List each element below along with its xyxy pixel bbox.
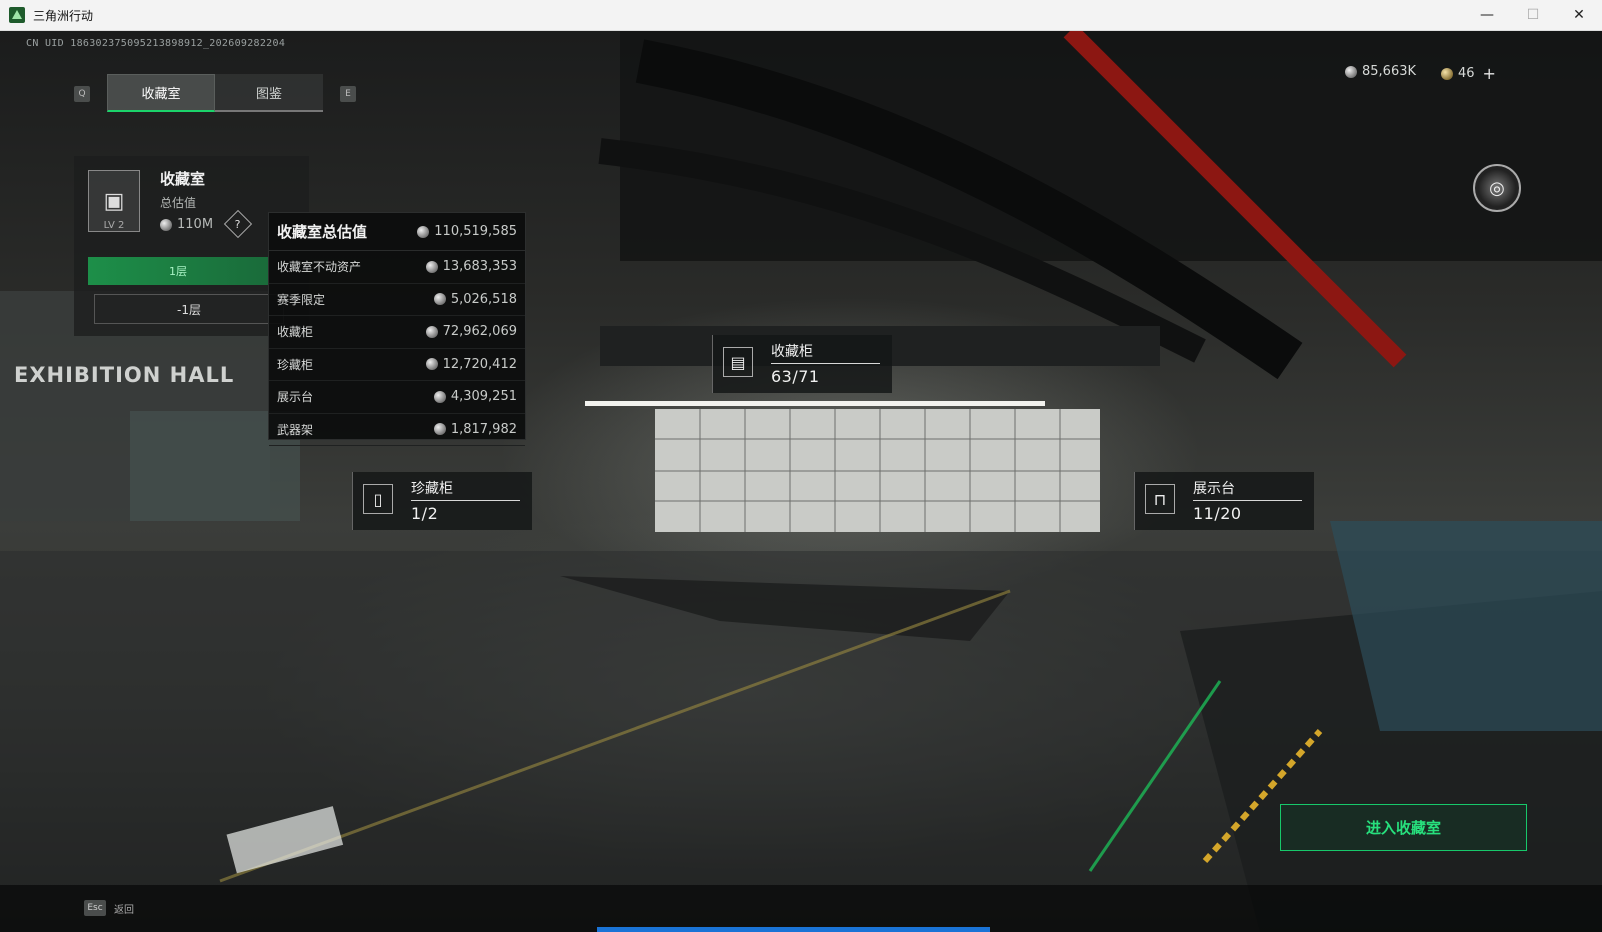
coin-icon — [433, 293, 446, 306]
esc-key[interactable]: Esc — [84, 900, 106, 916]
marker-divider — [411, 500, 520, 501]
window-title: 三角洲行动 — [33, 8, 94, 23]
close-button[interactable]: ✕ — [1556, 0, 1602, 30]
help-icon-glyph: ? — [235, 217, 241, 231]
rare-cabinet-marker[interactable]: ▯ 珍藏柜 1/2 — [352, 472, 532, 530]
token-balance: 46 + — [1441, 64, 1496, 83]
value-row: 武器架 1,817,982 — [269, 414, 525, 446]
display-stand-marker[interactable]: ⊓ 展示台 11/20 — [1134, 472, 1314, 530]
room-title: 收藏室 — [160, 170, 206, 188]
value-row-amount-text: 5,026,518 — [450, 291, 517, 307]
help-icon[interactable]: ? — [223, 209, 253, 239]
cabinet-marker[interactable]: ▤ 收藏柜 63/71 — [712, 335, 892, 393]
floor-bar[interactable]: 1层 — [88, 257, 268, 285]
add-currency-button[interactable]: + — [1483, 64, 1496, 83]
cabinet-marker-count: 63/71 — [771, 367, 820, 386]
rare-cabinet-marker-name: 珍藏柜 — [411, 481, 453, 497]
value-row-amount-text: 12,720,412 — [442, 356, 517, 372]
value-row-amount: 5,026,518 — [433, 291, 517, 307]
maximize-button[interactable]: ☐ — [1510, 0, 1556, 30]
minimize-button[interactable]: — — [1464, 0, 1510, 30]
value-panel-total: 110,519,585 — [417, 224, 517, 239]
loading-progress-bar — [597, 927, 990, 932]
room-total-value: 110M — [160, 217, 213, 232]
tab-collection-room[interactable]: 收藏室 — [107, 74, 215, 112]
coin-icon — [417, 225, 430, 238]
token-amount: 46 — [1458, 66, 1475, 81]
rare-cabinet-marker-count: 1/2 — [411, 504, 439, 523]
value-row-amount-text: 1,817,982 — [450, 421, 517, 437]
value-row: 赛季限定 5,026,518 — [269, 284, 525, 316]
back-label[interactable]: 返回 — [114, 901, 134, 916]
next-tab-key[interactable]: E — [340, 86, 356, 102]
room-subtitle: 总估值 — [160, 196, 197, 210]
coin-icon — [425, 325, 438, 338]
value-row: 收藏柜 72,962,069 — [269, 316, 525, 349]
value-row-label: 武器架 — [277, 422, 314, 437]
value-row-amount: 4,309,251 — [433, 389, 517, 405]
value-row-label: 珍藏柜 — [277, 357, 314, 372]
value-row-amount-text: 13,683,353 — [442, 259, 517, 275]
cabinet-icon: ▤ — [723, 347, 753, 377]
value-row-amount: 13,683,353 — [425, 259, 517, 275]
display-stand-icon: ⊓ — [1145, 484, 1175, 514]
value-row-amount: 1,817,982 — [433, 421, 517, 437]
display-stand-marker-count: 11/20 — [1193, 504, 1242, 523]
value-row-amount-text: 72,962,069 — [442, 324, 517, 340]
cabinet-marker-name: 收藏柜 — [771, 344, 813, 360]
value-breakdown-panel: 收藏室总估值 110,519,585 收藏室不动资产 13,683,353 赛季限… — [268, 212, 526, 446]
value-panel-header: 收藏室总估值 110,519,585 — [269, 213, 525, 251]
window-controls: — ☐ ✕ — [1464, 0, 1602, 30]
room-level: LV 2 — [103, 220, 125, 231]
enter-collection-room-button[interactable]: 进入收藏室 — [1280, 804, 1527, 851]
main-tabs: 收藏室 图鉴 — [107, 74, 323, 112]
value-row-amount: 72,962,069 — [425, 324, 517, 340]
value-row-label: 赛季限定 — [277, 292, 326, 307]
player-uid: CN UID 1863023750952138989‌12_2026092822… — [26, 38, 286, 49]
display-stand-marker-name: 展示台 — [1193, 481, 1235, 497]
coin-icon — [433, 390, 446, 403]
floor-selector[interactable]: -1层 — [94, 294, 284, 324]
game-scene: CN UID 1863023750952138989‌12_2026092822… — [0, 31, 1602, 932]
value-row-label: 收藏室不动资产 — [277, 260, 362, 275]
light-strip — [585, 401, 1045, 406]
value-panel-total-text: 110,519,585 — [434, 224, 517, 239]
coin-balance: 85,663K — [1345, 64, 1416, 79]
room-value-text: 110M — [177, 217, 214, 232]
compass-icon[interactable]: ◎ — [1473, 164, 1521, 212]
game-window: 三角洲行动 — ☐ ✕ — [0, 0, 1602, 932]
coin-icon — [1345, 65, 1357, 78]
value-row-amount: 12,720,412 — [425, 356, 517, 372]
app-logo-icon — [9, 7, 25, 23]
value-row-amount-text: 4,309,251 — [450, 389, 517, 405]
coin-amount: 85,663K — [1362, 64, 1417, 79]
tab-catalog[interactable]: 图鉴 — [215, 74, 323, 112]
coin-icon — [425, 358, 438, 371]
value-row: 展示台 4,309,251 — [269, 381, 525, 414]
rare-cabinet-icon: ▯ — [363, 484, 393, 514]
value-panel-title: 收藏室总估值 — [277, 223, 368, 241]
coin-icon — [425, 260, 438, 273]
token-icon — [1441, 67, 1453, 80]
value-row: 珍藏柜 12,720,412 — [269, 349, 525, 381]
bottom-bar — [0, 885, 1602, 932]
prev-tab-key[interactable]: Q — [74, 86, 90, 102]
exhibition-hall-sign: EXHIBITION HALL — [14, 363, 235, 387]
value-row-label: 收藏柜 — [277, 325, 314, 340]
coin-icon — [433, 423, 446, 436]
value-row-label: 展示台 — [277, 390, 314, 405]
marker-divider — [771, 363, 880, 364]
window-titlebar: 三角洲行动 — ☐ ✕ — [0, 0, 1602, 31]
value-row: 收藏室不动资产 13,683,353 — [269, 251, 525, 284]
marker-divider — [1193, 500, 1302, 501]
coin-icon — [160, 218, 172, 231]
